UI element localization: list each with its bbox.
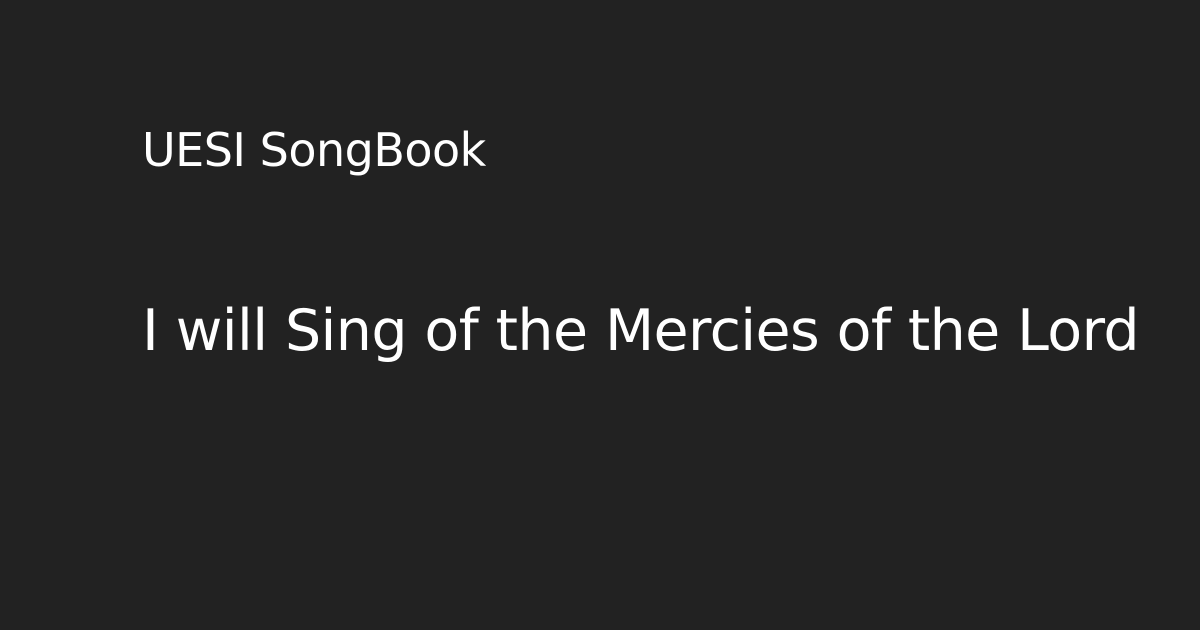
share-card: UESI SongBook I will Sing of the Mercies… <box>0 0 1200 630</box>
site-name: UESI SongBook <box>142 123 486 177</box>
song-title: I will Sing of the Mercies of the Lord <box>142 298 1140 364</box>
